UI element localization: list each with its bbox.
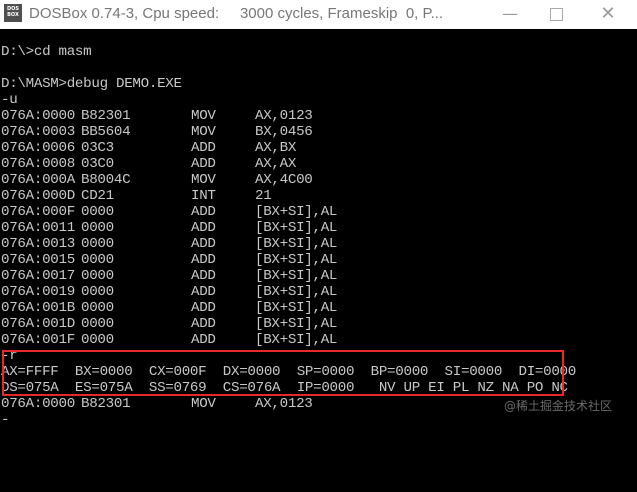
disasm-address: 076A:000A [1, 172, 75, 188]
disasm-opcode: ADD [191, 332, 216, 348]
disasm-address: 076A:001D [1, 316, 75, 332]
registers-highlight-box [2, 350, 564, 396]
window-title: DOSBox 0.74-3, Cpu speed: 3000 cycles, F… [29, 5, 444, 22]
disasm-operands: [BX+SI],AL [255, 236, 338, 252]
disasm-operands: [BX+SI],AL [255, 316, 338, 332]
disasm-address: 076A:001B [1, 300, 75, 316]
disasm-address: 076A:0003 [1, 124, 75, 140]
disasm-opcode: MOV [191, 396, 216, 412]
disasm-operands: [BX+SI],AL [255, 284, 338, 300]
disasm-bytes: 0000 [81, 252, 114, 268]
disasm-opcode: ADD [191, 300, 216, 316]
disasm-opcode: ADD [191, 252, 216, 268]
close-icon: ✕ [600, 3, 616, 24]
disasm-bytes: 0000 [81, 268, 114, 284]
disasm-operands: [BX+SI],AL [255, 204, 338, 220]
minimize-button[interactable]: — [490, 3, 530, 25]
disasm-bytes: 0000 [81, 300, 114, 316]
disasm-address: 076A:0015 [1, 252, 75, 268]
disasm-operands: AX,BX [255, 140, 297, 156]
disasm-operands: BX,0456 [255, 124, 313, 140]
disasm-operands: AX,0123 [255, 108, 313, 124]
disasm-address: 076A:0013 [1, 236, 75, 252]
disasm-address: 076A:0000 [1, 108, 75, 124]
disasm-bytes: CD21 [81, 188, 114, 204]
disasm-bytes: 0000 [81, 332, 114, 348]
disasm-opcode: ADD [191, 156, 216, 172]
disasm-opcode: ADD [191, 140, 216, 156]
disasm-bytes: 0000 [81, 316, 114, 332]
disasm-address: 076A:000F [1, 204, 75, 220]
next-instruction-line: 076A:0000 B82301 MOV AX,0123 [1, 396, 313, 412]
disasm-opcode: MOV [191, 108, 216, 124]
watermark: @稀土掘金技术社区 [504, 399, 613, 413]
disasm-operands: [BX+SI],AL [255, 332, 338, 348]
disasm-operands: [BX+SI],AL [255, 252, 338, 268]
disasm-operands: [BX+SI],AL [255, 300, 338, 316]
disasm-operands: 21 [255, 188, 272, 204]
disasm-opcode: ADD [191, 236, 216, 252]
disasm-bytes: 03C0 [81, 156, 114, 172]
disasm-opcode: ADD [191, 204, 216, 220]
disasm-opcode: INT [191, 188, 216, 204]
disasm-address: 076A:001F [1, 332, 75, 348]
minimize-icon: — [502, 4, 518, 23]
disasm-address: 076A:0011 [1, 220, 75, 236]
disasm-address: 076A:000D [1, 188, 75, 204]
disasm-opcode: ADD [191, 268, 216, 284]
disasm-bytes: 0000 [81, 204, 114, 220]
disasm-operands: [BX+SI],AL [255, 268, 338, 284]
disasm-operands: AX,AX [255, 156, 297, 172]
disasm-bytes: B82301 [81, 396, 131, 412]
maximize-button[interactable] [536, 3, 576, 25]
disasm-bytes: BB5604 [81, 124, 131, 140]
console-line-u-command: -u [1, 92, 18, 108]
disasm-opcode: MOV [191, 172, 216, 188]
console-line-cd: D:\>cd masm [1, 44, 92, 60]
console-prompt: - [1, 412, 10, 428]
close-button[interactable]: ✕ [588, 3, 628, 25]
disasm-address: 076A:0006 [1, 140, 75, 156]
disasm-bytes: 0000 [81, 220, 114, 236]
disasm-bytes: B8004C [81, 172, 131, 188]
title-bar: DOS BOX DOSBox 0.74-3, Cpu speed: 3000 c… [0, 0, 637, 29]
disasm-address: 076A:0000 [1, 396, 75, 412]
disasm-address: 076A:0017 [1, 268, 75, 284]
disasm-opcode: MOV [191, 124, 216, 140]
dosbox-icon[interactable]: DOS BOX [4, 4, 22, 22]
disasm-bytes: B82301 [81, 108, 131, 124]
disasm-operands: AX,0123 [255, 396, 313, 412]
disasm-bytes: 03C3 [81, 140, 114, 156]
disasm-opcode: ADD [191, 316, 216, 332]
disasm-opcode: ADD [191, 284, 216, 300]
disasm-opcode: ADD [191, 220, 216, 236]
disasm-address: 076A:0019 [1, 284, 75, 300]
disasm-operands: AX,4C00 [255, 172, 313, 188]
disasm-bytes: 0000 [81, 284, 114, 300]
maximize-icon [549, 8, 563, 21]
disasm-address: 076A:0008 [1, 156, 75, 172]
disasm-operands: [BX+SI],AL [255, 220, 338, 236]
console-line-debug: D:\MASM>debug DEMO.EXE [1, 76, 182, 92]
disasm-bytes: 0000 [81, 236, 114, 252]
